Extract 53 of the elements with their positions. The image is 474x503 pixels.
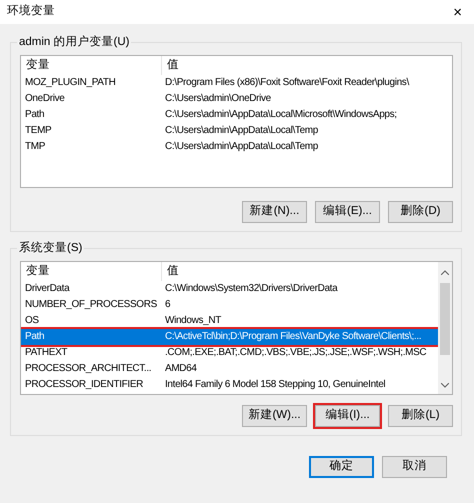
variable-value: .COM;.EXE;.BAT;.CMD;.VBS;.VBE;.JS;.JSE;.WSF;.WSH;.MSC	[164, 346, 428, 360]
variable-value: D:\Program Files (x86)\Foxit Software\Foxit Reader\plugins\	[164, 76, 410, 90]
variable-value: Intel64 Family 6 Model 158 Stepping 10, GenuineIntel	[164, 378, 386, 392]
list-row[interactable]: OneDrive C:\Users\admin\OneDrive	[21, 91, 451, 107]
variable-name: TEMP	[24, 124, 52, 138]
button[interactable]: 新建(W)...	[242, 405, 307, 427]
variable-name: NUMBER_OF_PROCESSORS	[24, 298, 158, 312]
variable-value: Windows_NT	[164, 314, 222, 328]
button[interactable]: 新建(N)...	[242, 201, 307, 223]
variable-name: PATHEXT	[24, 346, 68, 360]
group-label: admin 的用户变量(U)	[17, 34, 132, 50]
list-row[interactable]: TEMP C:\Users\admin\AppData\Local\Temp	[21, 123, 451, 139]
list-row[interactable]: PATHEXT .COM;.EXE;.BAT;.CMD;.VBS;.VBE;.JS;.JSE;.WSF;.WSH;.MSC	[21, 345, 438, 361]
scrollbar-thumb[interactable]	[440, 283, 450, 355]
button[interactable]: 删除(D)	[388, 201, 453, 223]
button[interactable]: 取消	[382, 456, 447, 478]
list-row[interactable]: NUMBER_OF_PROCESSORS 6	[21, 297, 438, 313]
list-row[interactable]: OS Windows_NT	[21, 313, 438, 329]
variable-value: C:\Windows\System32\Drivers\DriverData	[164, 282, 339, 296]
variable-value: C:\Users\admin\AppData\Local\Temp	[164, 140, 319, 154]
list-row[interactable]: MOZ_PLUGIN_PATH D:\Program Files (x86)\Foxit Software\Foxit Reader\plugins\	[21, 75, 451, 91]
variable-value: AMD64	[164, 362, 198, 376]
variable-value: C:\Users\admin\AppData\Local\Temp	[164, 124, 319, 138]
variable-name: OS	[24, 314, 40, 328]
column-header[interactable]: 值	[161, 56, 452, 75]
scrollbar[interactable]	[438, 262, 452, 394]
list-row[interactable]: DriverData C:\Windows\System32\Drivers\DriverData	[21, 281, 438, 297]
list-row[interactable]: Path C:\Users\admin\AppData\Local\Microsoft\WindowsApps;	[21, 107, 451, 123]
button[interactable]: 编辑(E)...	[315, 201, 380, 223]
close-button[interactable]: ×	[451, 4, 464, 20]
list-row[interactable]: PROCESSOR_IDENTIFIER Intel64 Family 6 Model 158 Stepping 10, GenuineIntel	[21, 377, 438, 393]
variable-value: C:\ActiveTcl\bin;D:\Program Files\VanDyke Software\Clients\;...	[164, 330, 422, 344]
variable-name: MOZ_PLUGIN_PATH	[24, 76, 117, 90]
button[interactable]: 删除(L)	[388, 405, 453, 427]
variable-value: 6	[164, 298, 172, 312]
variable-name: Path	[24, 108, 46, 122]
group-label: 系统变量(S)	[17, 240, 84, 256]
variable-name: TMP	[24, 140, 46, 154]
window-title: 环境变量	[7, 3, 55, 20]
variable-name: Path	[24, 330, 46, 344]
button[interactable]: 确定	[309, 456, 374, 478]
list-row[interactable]: Path C:\ActiveTcl\bin;D:\Program Files\VanDyke Software\Clients\;...	[21, 329, 438, 345]
variable-name: DriverData	[24, 282, 71, 296]
column-header[interactable]: 变量	[21, 262, 161, 281]
variable-name: OneDrive	[24, 92, 66, 106]
list-row[interactable]: TMP C:\Users\admin\AppData\Local\Temp	[21, 139, 451, 155]
column-header[interactable]: 变量	[21, 56, 161, 75]
button[interactable]: 编辑(I)...	[315, 405, 380, 427]
variable-name: PROCESSOR_ARCHITECT...	[24, 362, 152, 376]
variable-value: C:\Users\admin\AppData\Local\Microsoft\WindowsApps;	[164, 108, 398, 122]
list-row[interactable]: PROCESSOR_ARCHITECT... AMD64	[21, 361, 438, 377]
variable-value: C:\Users\admin\OneDrive	[164, 92, 272, 106]
variable-name: PROCESSOR_IDENTIFIER	[24, 378, 144, 392]
